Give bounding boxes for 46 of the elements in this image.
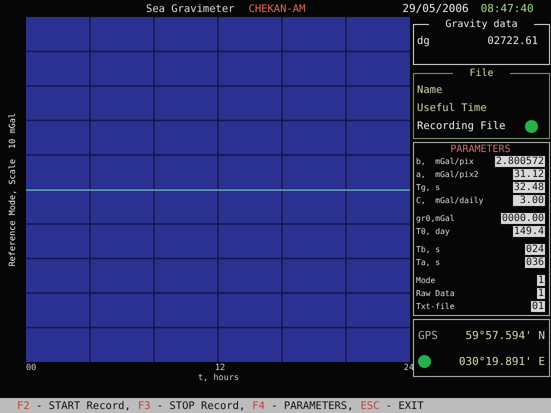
key-description: - STOP Record, <box>156 400 246 412</box>
parameter-label: Txt-file <box>416 302 455 311</box>
parameter-label: a, mGal/pix2 <box>416 170 479 179</box>
parameter-field[interactable]: 3.00 <box>512 195 545 206</box>
parameter-field[interactable]: 024 <box>524 244 545 255</box>
panel-title: File <box>468 68 495 79</box>
parameter-field[interactable]: 036 <box>524 257 545 268</box>
parameter-label: gr0,mGal <box>416 214 455 223</box>
date-text: 29/05/2006 <box>402 2 469 15</box>
time-text: 08:47:40 <box>480 2 534 15</box>
parameter-field[interactable]: 1 <box>536 288 545 299</box>
parameter-label: Tb, s <box>416 245 440 254</box>
x-tick-label: 24 <box>404 363 414 373</box>
parameter-field[interactable]: 1 <box>536 275 545 286</box>
panel-title: Gravity data <box>444 19 519 30</box>
x-axis-label: t, hours <box>198 373 239 383</box>
field-label: Name <box>417 84 442 96</box>
field-label: Recording File <box>417 120 506 132</box>
parameter-label: Mode <box>416 276 436 285</box>
latitude-text: 59°57.594' N <box>466 328 545 342</box>
key-description: - PARAMETERS, <box>270 400 354 412</box>
parameter-label: C, mGal/daily <box>416 196 484 205</box>
parameter-field[interactable]: 01 <box>530 301 545 312</box>
panel-title: PARAMETERS <box>449 144 512 155</box>
x-tick-label: 00 <box>26 363 36 373</box>
y-axis-label: Reference Mode, Scale 10 mGal <box>8 112 18 266</box>
longitude-text: 030°19.891' E <box>458 354 545 368</box>
parameter-label: Raw Data <box>416 289 455 298</box>
field-label: Useful Time <box>417 102 487 114</box>
key-description: - EXIT <box>384 400 424 412</box>
parameter-field[interactable]: 0000.00 <box>500 213 545 224</box>
app-title: Sea Gravimeter <box>146 2 235 14</box>
gravity-value: 02722.61 <box>487 35 538 47</box>
parameter-field[interactable]: 149.4 <box>512 226 545 237</box>
parameter-field[interactable]: 32.48 <box>512 182 545 193</box>
key-description: - START Record, <box>34 400 131 412</box>
field-label: dg <box>417 35 430 47</box>
parameter-field[interactable]: 31.12 <box>512 169 545 180</box>
parameter-label: Ta, s <box>416 258 440 267</box>
parameter-label: b, mGal/pix <box>416 157 474 166</box>
parameter-label: Tg, s <box>416 183 440 192</box>
parameter-label: T0, day <box>416 227 450 236</box>
x-tick-label: 12 <box>214 363 226 373</box>
panel-title: GPS <box>418 328 438 342</box>
device-name: CHEKAN-AM <box>248 2 306 14</box>
parameter-field[interactable]: 2.800572 <box>494 156 545 167</box>
